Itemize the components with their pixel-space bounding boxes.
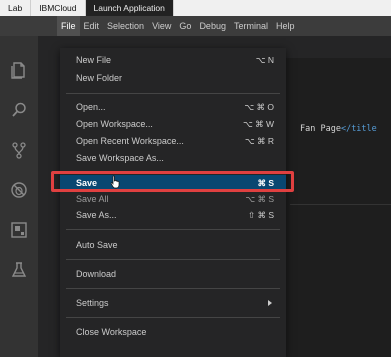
menubar: File Edit Selection View Go Debug Termin… xyxy=(0,16,391,36)
menu-item-label: Save Workspace As... xyxy=(76,153,164,163)
menu-item-label: New File xyxy=(76,55,112,65)
menu-help[interactable]: Help xyxy=(272,16,299,36)
debug-icon[interactable] xyxy=(0,172,38,208)
menu-item-open[interactable]: Open... ⌥ ⌘ O xyxy=(60,99,286,115)
menu-item-label: Open Workspace... xyxy=(76,119,153,129)
save-highlight-box xyxy=(51,171,294,192)
menu-debug[interactable]: Debug xyxy=(195,16,230,36)
menu-item-save-all[interactable]: Save All ⌥ ⌘ S xyxy=(60,191,286,207)
menu-separator xyxy=(66,93,280,94)
menu-item-new-folder[interactable]: New Folder xyxy=(60,70,286,86)
menu-item-label: New Folder xyxy=(76,73,123,83)
menu-item-shortcut: ⌥ N xyxy=(255,54,274,65)
menu-file[interactable]: File xyxy=(57,16,80,36)
source-control-icon[interactable] xyxy=(0,132,38,168)
menu-separator xyxy=(66,288,280,289)
browser-tab-launch-application[interactable]: Launch Application xyxy=(85,0,174,16)
extensions-icon[interactable] xyxy=(0,212,38,248)
menu-item-shortcut: ⌥ ⌘ O xyxy=(244,101,274,112)
code-tag: </title xyxy=(340,124,377,134)
menu-item-open-recent-workspace[interactable]: Open Recent Workspace... ⌥ ⌘ R xyxy=(60,133,286,149)
code-text: Fan Page xyxy=(300,124,341,134)
menu-separator xyxy=(66,317,280,318)
menu-item-download[interactable]: Download xyxy=(60,266,286,282)
chevron-right-icon xyxy=(268,300,272,306)
menu-item-label: Close Workspace xyxy=(76,327,147,337)
activity-bar xyxy=(0,36,38,357)
menu-item-settings[interactable]: Settings xyxy=(60,295,286,311)
menu-item-close-workspace[interactable]: Close Workspace xyxy=(60,324,286,340)
menu-item-auto-save[interactable]: Auto Save xyxy=(60,237,286,253)
menu-item-label: Save As... xyxy=(76,210,117,220)
files-icon[interactable] xyxy=(0,52,38,88)
menu-item-label: Open... xyxy=(76,102,106,112)
browser-tab-ibmcloud[interactable]: IBMCloud xyxy=(31,0,86,16)
menu-item-save-workspace-as[interactable]: Save Workspace As... xyxy=(60,150,286,166)
code-line: Fan Page</title xyxy=(300,124,377,134)
browser-tab-strip: Lab IBMCloud Launch Application xyxy=(0,0,391,16)
menu-go[interactable]: Go xyxy=(175,16,195,36)
menu-item-label: Open Recent Workspace... xyxy=(76,136,184,146)
menu-item-shortcut: ⌥ ⌘ S xyxy=(245,193,274,204)
menu-separator xyxy=(66,229,280,230)
hand-cursor-icon xyxy=(110,175,120,189)
menu-item-shortcut: ⌥ ⌘ W xyxy=(242,118,274,129)
sidebar xyxy=(38,36,60,357)
menu-item-save-as[interactable]: Save As... ⇧ ⌘ S xyxy=(60,207,286,223)
menu-item-shortcut: ⌥ ⌘ R xyxy=(244,135,274,146)
menu-terminal[interactable]: Terminal xyxy=(230,16,272,36)
editor-divider xyxy=(290,204,391,205)
menu-item-new-file[interactable]: New File ⌥ N xyxy=(60,52,286,68)
menu-separator xyxy=(66,259,280,260)
menu-item-open-workspace[interactable]: Open Workspace... ⌥ ⌘ W xyxy=(60,116,286,132)
search-icon[interactable] xyxy=(0,92,38,128)
menu-view[interactable]: View xyxy=(148,16,175,36)
menu-item-label: Save All xyxy=(76,194,109,204)
menu-edit[interactable]: Edit xyxy=(80,16,104,36)
menu-item-shortcut: ⇧ ⌘ S xyxy=(247,209,274,220)
browser-tab-lab[interactable]: Lab xyxy=(0,0,32,16)
menu-selection[interactable]: Selection xyxy=(103,16,148,36)
file-menu-dropdown: New File ⌥ N New Folder Open... ⌥ ⌘ O Op… xyxy=(60,48,286,357)
menu-item-label: Auto Save xyxy=(76,240,118,250)
test-flask-icon[interactable] xyxy=(0,252,38,288)
menu-item-label: Settings xyxy=(76,298,109,308)
menu-item-label: Download xyxy=(76,269,117,279)
